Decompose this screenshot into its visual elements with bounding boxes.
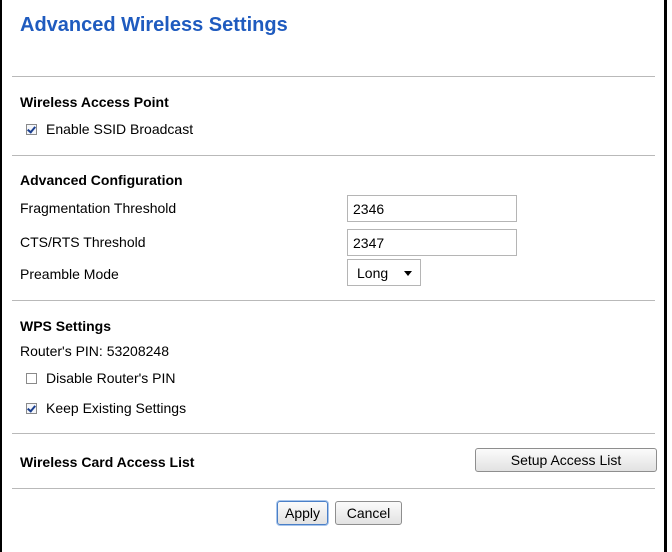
advanced-configuration-heading: Advanced Configuration	[20, 172, 183, 188]
divider	[12, 300, 655, 301]
router-pin-text: Router's PIN: 53208248	[20, 343, 169, 359]
chevron-down-icon	[404, 271, 412, 276]
divider	[12, 76, 655, 77]
wireless-access-point-heading: Wireless Access Point	[20, 94, 169, 110]
disable-router-pin-checkbox[interactable]	[26, 372, 37, 384]
divider	[12, 488, 655, 489]
keep-existing-settings-row[interactable]: Keep Existing Settings	[26, 400, 186, 416]
keep-existing-settings-label: Keep Existing Settings	[46, 400, 187, 416]
preamble-mode-label: Preamble Mode	[20, 266, 119, 282]
preamble-mode-value: Long	[357, 264, 389, 281]
fragmentation-threshold-input[interactable]	[347, 195, 517, 222]
page-title: Advanced Wireless Settings	[20, 14, 288, 36]
divider	[12, 155, 655, 156]
enable-ssid-broadcast-checkbox[interactable]	[26, 123, 37, 135]
preamble-mode-select[interactable]: Long	[347, 259, 421, 286]
wps-settings-heading: WPS Settings	[20, 318, 112, 334]
keep-existing-settings-checkbox[interactable]	[26, 402, 37, 414]
fragmentation-threshold-label: Fragmentation Threshold	[20, 200, 177, 216]
setup-access-list-button[interactable]: Setup Access List	[475, 448, 657, 472]
cts-rts-threshold-label: CTS/RTS Threshold	[20, 234, 146, 250]
apply-button[interactable]: Apply	[277, 501, 328, 525]
disable-router-pin-row[interactable]: Disable Router's PIN	[26, 370, 176, 386]
cts-rts-threshold-input[interactable]	[347, 229, 517, 256]
enable-ssid-broadcast-label: Enable SSID Broadcast	[46, 121, 194, 137]
wireless-card-access-list-heading: Wireless Card Access List	[20, 454, 195, 470]
enable-ssid-broadcast-row[interactable]: Enable SSID Broadcast	[26, 121, 193, 137]
divider	[12, 433, 655, 434]
disable-router-pin-label: Disable Router's PIN	[46, 370, 176, 386]
cancel-button[interactable]: Cancel	[335, 501, 402, 525]
